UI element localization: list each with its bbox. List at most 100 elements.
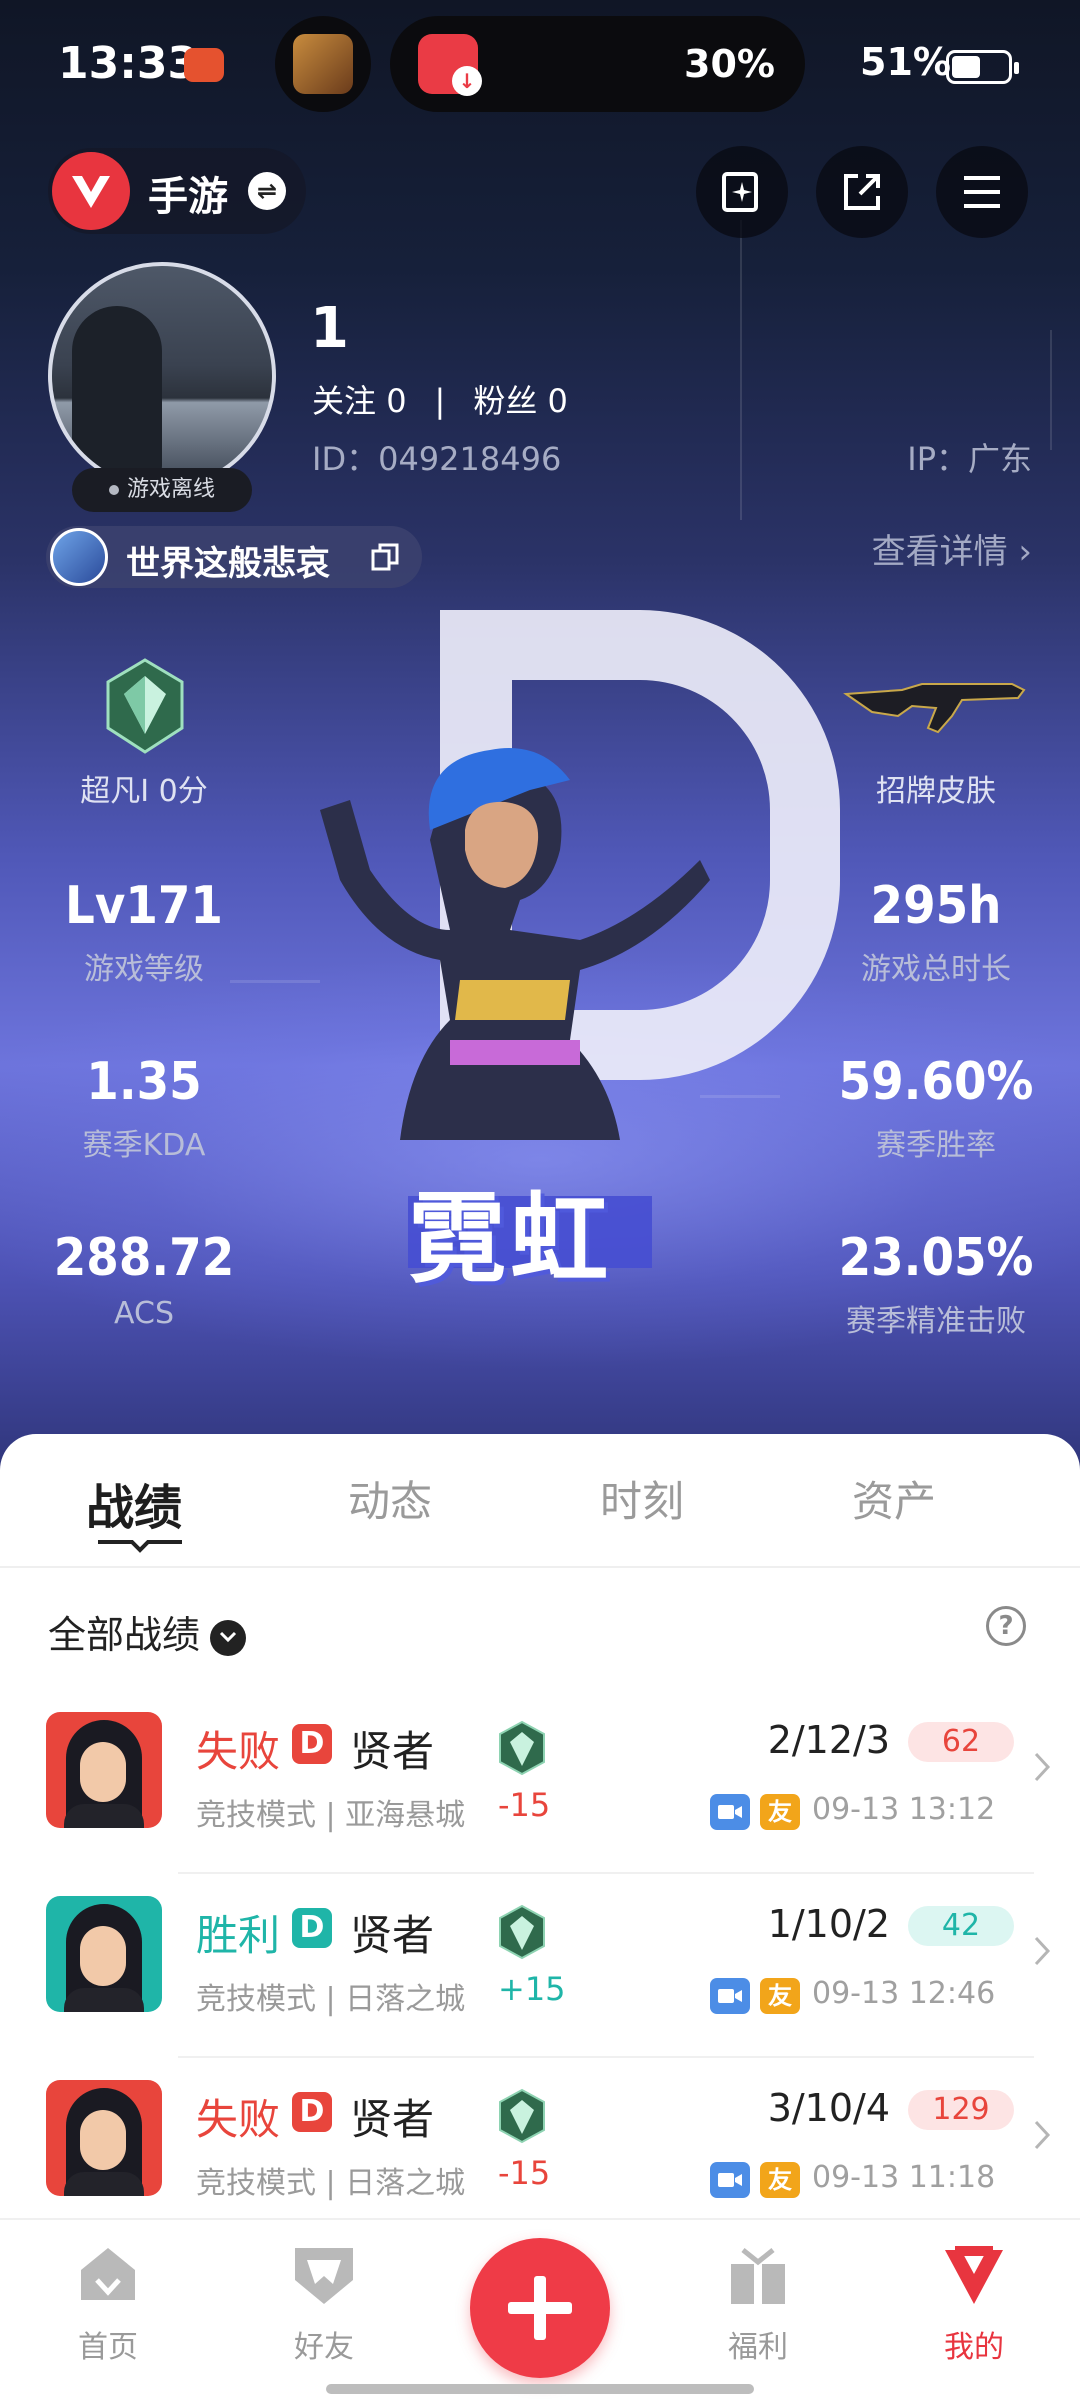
stat-acs-value: 288.72 [53,1228,235,1288]
video-icon[interactable] [710,1794,750,1830]
stat-kda-label: 赛季KDA [82,1128,206,1163]
view-details-link[interactable]: 查看详情 › [872,524,1032,573]
filter-label: 全部战绩 [48,1613,201,1657]
match-row[interactable]: 失败 D 贤者 竞技模式 | 亚海悬城 -15 2/12/3 62 友 09-1… [0,1690,1080,1874]
help-icon[interactable]: ? [986,1606,1026,1646]
stat-winrate-label: 赛季胜率 [876,1128,996,1163]
match-datetime: 09-13 11:18 [812,2160,996,2195]
avatar[interactable] [48,262,276,490]
download-percent: 30% [684,42,775,86]
match-mode-map: 竞技模式 | 日落之城 [196,2166,466,2201]
nav-mine[interactable]: 我的 [904,2240,1044,2366]
download-island[interactable]: ↓ 30% [390,16,805,112]
decor-line [1050,330,1052,450]
app-logo-icon [52,152,130,230]
rank-delta: -15 [498,1786,551,1824]
match-row[interactable]: 胜利 D 贤者 竞技模式 | 日落之城 +15 1/10/2 42 友 09-1… [0,1874,1080,2058]
skin-label: 招牌皮肤 [876,774,996,809]
match-score: 129 [908,2090,1014,2130]
rank-icon [106,658,184,754]
game-switch-button[interactable]: 手游 ⇌ [48,148,306,234]
agent-name: 霓虹 [408,1183,613,1297]
copy-icon[interactable] [370,542,400,572]
rank-icon [499,1904,545,1960]
video-icon[interactable] [710,2162,750,2198]
video-icon[interactable] [710,1978,750,2014]
profile-hero: 13:33 ↓ 30% 51% 手游 ⇌ 游戏离线 1 关注 0 | 粉丝 0 ID… [0,0,1080,1480]
user-id: ID：049218496 [312,440,562,478]
nav-friends[interactable]: 好友 [254,2240,394,2366]
nav-home[interactable]: 首页 [38,2240,178,2366]
tab-activity[interactable]: 动态 [348,1468,432,1529]
share-button[interactable] [816,146,908,238]
create-post-button[interactable] [470,2238,610,2378]
download-icon: ↓ [452,66,482,96]
chevron-right-icon [1034,1936,1051,1966]
nav-home-label: 首页 [78,2330,138,2365]
rank-delta: +15 [498,1970,566,2008]
rank-badge: D [292,1724,332,1764]
match-datetime: 09-13 12:46 [812,1976,996,2011]
nav-welfare[interactable]: 福利 [688,2240,828,2366]
following-link[interactable]: 关注 0 [312,382,407,420]
rank-label: 超凡I 0分 [80,774,208,809]
profile-icon [945,2246,1003,2304]
rank-badge: D [292,2092,332,2132]
add-photo-button[interactable] [696,146,788,238]
nav-mine-label: 我的 [944,2330,1004,2365]
stat-headshot-value: 23.05% [838,1228,1034,1288]
friend-badge: 友 [760,2162,800,2198]
agent-name: 贤者 [350,2095,435,2144]
friend-badge: 友 [760,1794,800,1830]
game-avatar [50,528,108,586]
agent-avatar [46,1896,162,2012]
match-kda: 2/12/3 [767,1718,890,1762]
battery-icon [946,50,1019,84]
home-icon [81,2248,135,2300]
rank-icon [499,2088,545,2144]
notification-icon [184,48,224,82]
game-nickname-pill[interactable]: 世界这般悲哀 [46,526,422,588]
match-score: 42 [908,1906,1014,1946]
share-icon [844,174,880,210]
decor-line [740,220,742,520]
tab-records[interactable]: 战绩 [86,1468,182,1538]
tab-indicator [98,1540,182,1553]
stat-level-label: 游戏等级 [84,952,204,987]
background-app-icon[interactable] [275,16,371,112]
fans-link[interactable]: 粉丝 0 [473,382,568,420]
match-kda: 1/10/2 [767,1902,890,1946]
chevron-right-icon [1034,2120,1051,2150]
sparkle-frame-icon [722,172,758,212]
rank-icon [499,1720,545,1776]
tab-assets[interactable]: 资产 [852,1468,936,1529]
records-filter-dropdown[interactable]: 全部战绩 [48,1604,247,1659]
match-row[interactable]: 失败 D 贤者 竞技模式 | 日落之城 -15 3/10/4 129 友 09-… [0,2058,1080,2242]
game-switch-label: 手游 [148,174,228,220]
stat-playtime-value: 295h [870,876,1002,936]
stat-headshot-label: 赛季精准击败 [846,1304,1026,1339]
chevron-down-icon [210,1619,247,1656]
username: 1 [310,296,349,361]
agent-character-art [320,748,710,1140]
menu-button[interactable] [936,146,1028,238]
stat-acs-label: ACS [114,1296,174,1331]
stat-kda-value: 1.35 [86,1052,202,1112]
follow-stats: 关注 0 | 粉丝 0 [312,382,568,420]
tab-moments[interactable]: 时刻 [600,1468,684,1529]
battery-percent: 51% [860,40,951,84]
friends-icon [295,2248,353,2304]
nav-friends-label: 好友 [294,2330,354,2365]
rank-delta: -15 [498,2154,551,2192]
match-score: 62 [908,1722,1014,1762]
match-mode-map: 竞技模式 | 日落之城 [196,1982,466,2017]
match-result: 失败 [196,1727,281,1776]
agent-name: 贤者 [350,1727,435,1776]
status-bar: 13:33 ↓ 30% 51% [0,0,1080,130]
game-nickname: 世界这般悲哀 [126,544,330,584]
gift-icon [731,2248,785,2304]
stat-winrate-value: 59.60% [838,1052,1034,1112]
status-time: 13:33 [58,38,199,89]
agent-avatar [46,2080,162,2196]
match-datetime: 09-13 13:12 [812,1792,996,1827]
